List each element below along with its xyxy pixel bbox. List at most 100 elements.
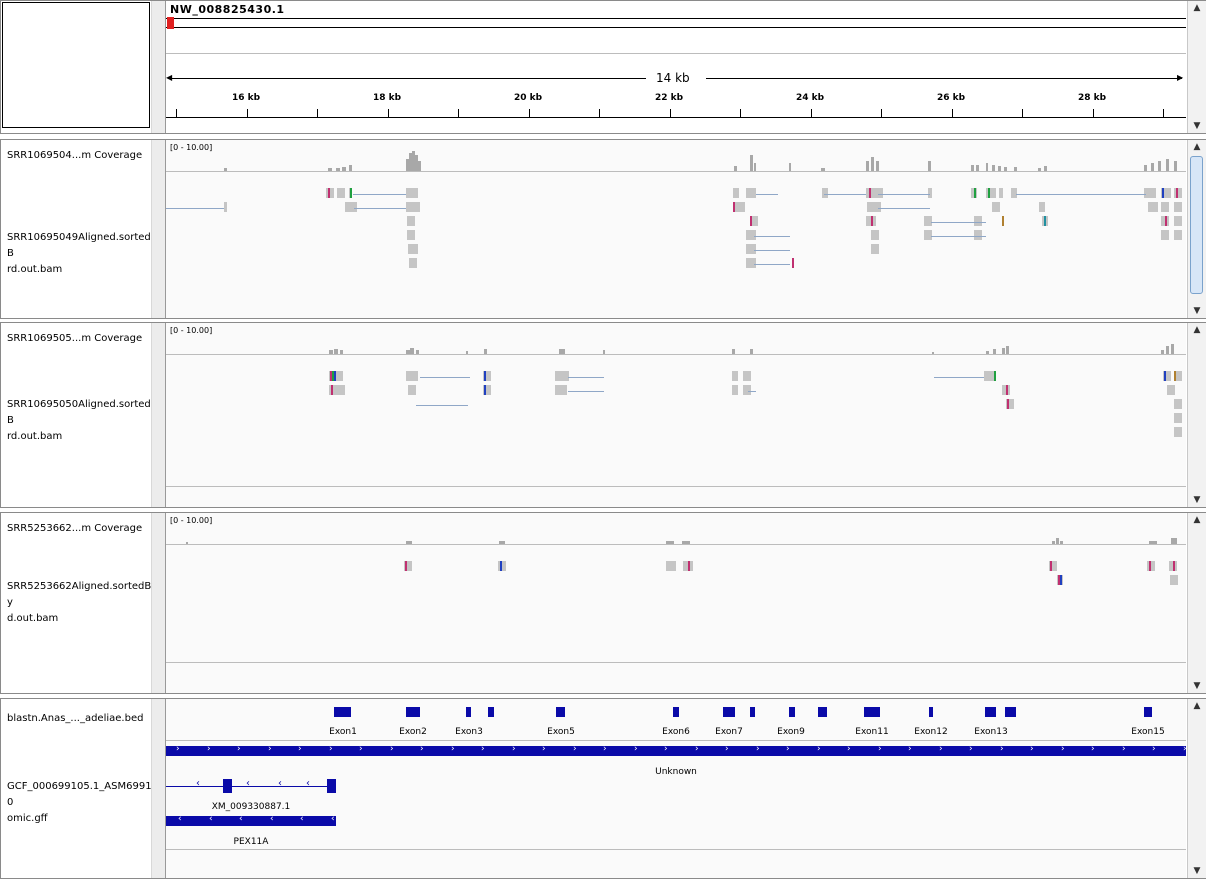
alignment-track-name[interactable]: SRR5253662Aligned.sortedBy d.out.bam [7,579,153,627]
strand-forward-icon: › [969,744,973,754]
read-block[interactable] [1161,230,1169,240]
read-block[interactable] [752,216,758,226]
scroll-up-icon[interactable]: ▲ [1188,140,1206,154]
read-block[interactable] [406,371,418,381]
read-block[interactable] [733,188,739,198]
read-block[interactable] [666,561,676,571]
ruler-scrollbar[interactable]: ▲ ▼ [1187,1,1206,133]
gff-track-name[interactable]: GCF_000699105.1_ASM69910 omic.gff [7,779,153,827]
read-block[interactable] [924,230,932,240]
read-block[interactable] [1011,188,1017,198]
scroll-up-icon[interactable]: ▲ [1188,323,1206,337]
alignment-track-name[interactable]: SRR10695049Aligned.sortedB rd.out.bam [7,230,153,278]
ruler-tick [811,109,812,117]
transcript-exon[interactable] [327,779,336,793]
read-block[interactable] [822,188,828,198]
alignment-track-name[interactable]: SRR10695050Aligned.sortedB rd.out.bam [7,397,153,445]
panel-3-scrollbar[interactable]: ▲ ▼ [1187,513,1206,693]
read-block[interactable] [1174,230,1182,240]
scroll-down-icon[interactable]: ▼ [1188,864,1206,878]
read-block[interactable] [732,385,738,395]
coverage-track-name[interactable]: SRR1069505...m Coverage [7,331,153,347]
read-block[interactable] [555,371,569,381]
read-block[interactable] [407,230,415,240]
read-block[interactable] [746,188,756,198]
mismatch-mark [1176,188,1178,198]
feature-scrollbar[interactable]: ▲ ▼ [1187,699,1206,878]
coverage-bar [559,349,565,354]
scroll-down-icon[interactable]: ▼ [1188,119,1206,133]
read-block[interactable] [928,188,932,198]
coverage-track-name[interactable]: SRR5253662...m Coverage [7,521,153,537]
read-block[interactable] [746,230,756,240]
read-block[interactable] [407,216,415,226]
read-block[interactable] [743,371,751,381]
read-block[interactable] [871,244,879,254]
read-block[interactable] [924,216,932,226]
read-block[interactable] [1148,202,1158,212]
read-block[interactable] [732,371,738,381]
track-data-3[interactable]: [0 - 10.00] [165,513,1186,693]
read-block[interactable] [746,258,756,268]
read-block[interactable] [224,202,227,212]
unknown-feature-bar[interactable]: › › › › › › › › › › › › › › › › › › › › › › › › › › › › › › › › › › [166,744,1187,756]
panel-2-scrollbar[interactable]: ▲ ▼ [1187,323,1206,507]
read-block[interactable] [974,216,982,226]
read-block[interactable] [984,371,994,381]
read-block[interactable] [1174,413,1182,423]
feature-data[interactable]: › › › › › › › › › › › › › › › › › › › › › › › › › › › › › › › › › › Unkno… [165,699,1187,878]
mismatch-mark [1149,561,1151,571]
ideogram-selection[interactable] [167,17,174,29]
read-block[interactable] [974,230,982,240]
transcript-exon[interactable] [223,779,232,793]
read-block[interactable] [871,230,879,240]
mismatch-mark [994,371,996,381]
splice-junction [568,391,604,392]
read-block[interactable] [408,385,416,395]
read-block[interactable] [337,188,345,198]
scroll-up-icon[interactable]: ▲ [1188,699,1206,713]
read-block[interactable] [1174,202,1182,212]
read-block[interactable] [873,188,883,198]
read-block[interactable] [873,202,881,212]
read-block[interactable] [555,385,567,395]
scroll-up-icon[interactable]: ▲ [1188,1,1206,15]
splice-junction [931,236,986,237]
scroll-down-icon[interactable]: ▼ [1188,679,1206,693]
read-block[interactable] [1167,385,1175,395]
strand-reverse-icon: ‹ [331,814,335,824]
bed-track-name[interactable]: blastn.Anas_..._adeliae.bed [7,711,153,727]
read-block[interactable] [1174,399,1182,409]
read-block[interactable] [409,258,417,268]
ruler-area[interactable]: NW_008825430.1 ◀ 14 kb ▶ 16 kb 18 kb 20 kb… [165,1,1186,133]
gene-feature-bar[interactable]: ‹ ‹ ‹ ‹ ‹ ‹ [166,814,336,826]
scroll-down-icon[interactable]: ▼ [1188,304,1206,318]
panel-1-scrollbar[interactable]: ▲ ▼ [1187,140,1206,318]
read-block[interactable] [1174,427,1182,437]
ideogram[interactable] [166,18,1186,28]
scroll-thumb[interactable] [1190,156,1203,294]
read-block[interactable] [406,202,420,212]
read-block[interactable] [1161,202,1169,212]
coverage-track-name[interactable]: SRR1069504...m Coverage [7,148,153,164]
read-block[interactable] [999,188,1003,198]
read-block[interactable] [992,202,1000,212]
read-block[interactable] [406,188,418,198]
scroll-up-icon[interactable]: ▲ [1188,513,1206,527]
read-block[interactable] [746,244,756,254]
bed-exon-block [673,707,679,717]
overview-box [2,2,150,128]
strand-forward-icon: › [420,744,424,754]
read-block[interactable] [1174,216,1182,226]
read-block[interactable] [1144,188,1156,198]
scroll-down-icon[interactable]: ▼ [1188,493,1206,507]
track-data-2[interactable]: [0 - 10.00] [165,323,1186,507]
read-block[interactable] [1170,575,1178,585]
coverage-bar [986,351,989,354]
read-block[interactable] [345,202,357,212]
read-block[interactable] [743,385,751,395]
read-block[interactable] [408,244,418,254]
mismatch-mark [331,385,333,395]
read-block[interactable] [1039,202,1045,212]
track-data-1[interactable]: [0 - 10.00] [165,140,1186,318]
